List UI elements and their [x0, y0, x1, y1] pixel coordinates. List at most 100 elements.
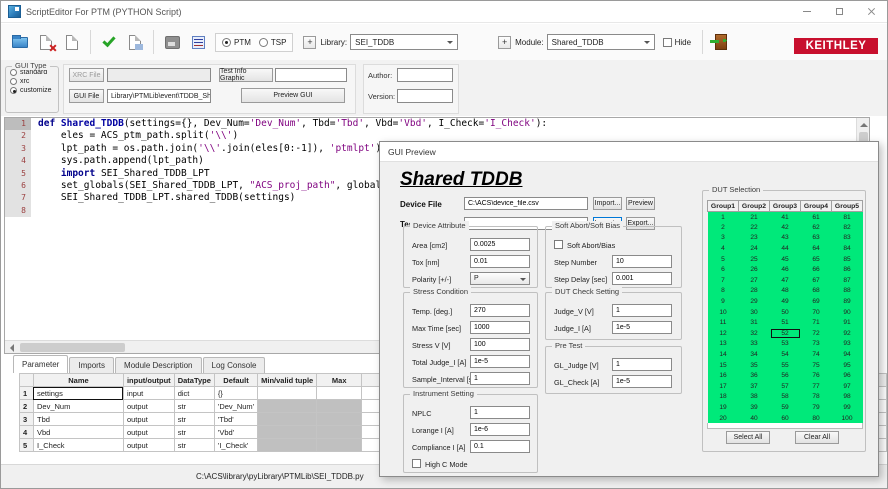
dut-cell[interactable]: 66	[801, 264, 832, 275]
dut-cell[interactable]: 20	[708, 413, 739, 424]
dut-cell[interactable]: 5	[708, 254, 739, 265]
open-file-button[interactable]	[9, 31, 31, 53]
value-field[interactable]	[470, 372, 530, 385]
dut-cell[interactable]: 65	[801, 254, 832, 265]
dut-cell[interactable]: 57	[770, 381, 801, 392]
param-cell[interactable]	[258, 387, 317, 400]
dut-cell[interactable]: 45	[770, 254, 801, 265]
param-cell[interactable]	[317, 439, 362, 452]
dut-cell[interactable]: 54	[770, 349, 801, 360]
dut-cell[interactable]: 44	[770, 243, 801, 254]
tab-module-description[interactable]: Module Description	[115, 357, 201, 373]
dut-cell[interactable]: 50	[770, 307, 801, 318]
dut-cell[interactable]: 4	[708, 243, 739, 254]
dut-cell[interactable]: 83	[832, 233, 863, 244]
dut-cell[interactable]: 26	[739, 264, 770, 275]
test-info-graphic-button[interactable]: Test Info Graphic	[219, 68, 273, 82]
dut-cell[interactable]: 85	[832, 254, 863, 265]
param-cell[interactable]: I_Check	[33, 439, 123, 452]
param-cell[interactable]	[258, 439, 317, 452]
dropdown[interactable]: P	[470, 272, 530, 285]
checkbox[interactable]	[554, 240, 563, 249]
dut-cell[interactable]: 23	[739, 233, 770, 244]
dut-cell[interactable]: 47	[770, 275, 801, 286]
dut-cell[interactable]: 48	[770, 286, 801, 297]
device-file-preview-button[interactable]: Preview	[626, 197, 655, 210]
dut-cell[interactable]: 63	[801, 233, 832, 244]
dut-cell[interactable]: 10	[708, 307, 739, 318]
check-syntax-button[interactable]	[98, 31, 120, 53]
dut-cell[interactable]: 81	[832, 212, 863, 223]
param-cell[interactable]: Dev_Num	[33, 400, 123, 413]
horizontal-scroll-thumb[interactable]	[20, 343, 125, 352]
param-cell[interactable]: dict	[174, 387, 214, 400]
dut-cell[interactable]: 94	[832, 349, 863, 360]
dut-cell[interactable]: 39	[739, 402, 770, 413]
panel-toggle-button[interactable]	[161, 31, 183, 53]
param-cell[interactable]: 'Tbd'	[214, 413, 257, 426]
dut-cell[interactable]: 52	[770, 328, 801, 339]
dut-cell[interactable]: 33	[739, 339, 770, 350]
value-field[interactable]	[612, 255, 672, 268]
delete-file-button[interactable]	[35, 31, 57, 53]
gui-file-button[interactable]: GUI File	[69, 89, 104, 103]
value-field[interactable]	[470, 440, 530, 453]
dut-cell[interactable]: 12	[708, 328, 739, 339]
param-cell[interactable]	[317, 387, 362, 400]
maximize-button[interactable]	[823, 1, 855, 22]
dut-cell[interactable]: 95	[832, 360, 863, 371]
param-cell[interactable]: str	[174, 439, 214, 452]
value-field[interactable]	[470, 423, 530, 436]
param-cell[interactable]: output	[123, 439, 174, 452]
preview-gui-button[interactable]: Preview GUI	[241, 88, 345, 103]
test-info-graphic-field[interactable]	[275, 68, 347, 82]
dut-cell[interactable]: 75	[801, 360, 832, 371]
ptm-radio[interactable]: PTM	[222, 38, 251, 47]
dut-cell[interactable]: 31	[739, 317, 770, 328]
select-all-button[interactable]: Select All	[726, 431, 770, 444]
dut-cell[interactable]: 46	[770, 264, 801, 275]
dut-cell[interactable]: 90	[832, 307, 863, 318]
dut-cell[interactable]: 51	[770, 317, 801, 328]
dut-cell[interactable]: 1	[708, 212, 739, 223]
dut-cell[interactable]: 76	[801, 370, 832, 381]
value-field[interactable]	[470, 238, 530, 251]
version-field[interactable]	[397, 89, 453, 103]
dut-cell[interactable]: 60	[770, 413, 801, 424]
param-cell[interactable]: str	[174, 400, 214, 413]
dut-cell[interactable]: 9	[708, 296, 739, 307]
dut-col-header[interactable]: Group4	[801, 201, 832, 212]
dut-cell[interactable]: 64	[801, 243, 832, 254]
dut-cell[interactable]: 2	[708, 222, 739, 233]
device-file-import-button[interactable]: Import...	[593, 197, 622, 210]
dut-cell[interactable]: 58	[770, 392, 801, 403]
dut-cell[interactable]: 34	[739, 349, 770, 360]
gui-type-xrc-radio[interactable]: xrc	[10, 78, 58, 85]
dut-cell[interactable]: 98	[832, 392, 863, 403]
dut-cell[interactable]: 73	[801, 339, 832, 350]
dut-cell[interactable]: 43	[770, 233, 801, 244]
dut-cell[interactable]: 100	[832, 413, 863, 424]
value-field[interactable]	[470, 321, 530, 334]
hide-checkbox[interactable]: Hide	[663, 38, 691, 47]
param-cell[interactable]: 'Dev_Num'	[214, 400, 257, 413]
param-cell[interactable]	[258, 413, 317, 426]
minimize-button[interactable]	[791, 1, 823, 22]
dut-cell[interactable]: 42	[770, 222, 801, 233]
value-field[interactable]	[470, 255, 530, 268]
dut-cell[interactable]: 19	[708, 402, 739, 413]
dut-col-header[interactable]: Group3	[770, 201, 801, 212]
dut-cell[interactable]: 32	[739, 328, 770, 339]
dut-cell[interactable]: 93	[832, 339, 863, 350]
dut-cell[interactable]: 24	[739, 243, 770, 254]
dut-cell[interactable]: 97	[832, 381, 863, 392]
dut-col-header[interactable]: Group1	[708, 201, 739, 212]
author-field[interactable]	[397, 68, 453, 82]
tsp-radio[interactable]: TSP	[259, 38, 287, 47]
dut-cell[interactable]: 13	[708, 339, 739, 350]
dut-cell[interactable]: 14	[708, 349, 739, 360]
device-file-field[interactable]	[464, 197, 588, 210]
gui-file-field[interactable]: Library\PTMLib\event\TDDB_Shared.py	[107, 89, 211, 103]
param-cell[interactable]: Vbd	[33, 426, 123, 439]
dut-cell[interactable]: 71	[801, 317, 832, 328]
